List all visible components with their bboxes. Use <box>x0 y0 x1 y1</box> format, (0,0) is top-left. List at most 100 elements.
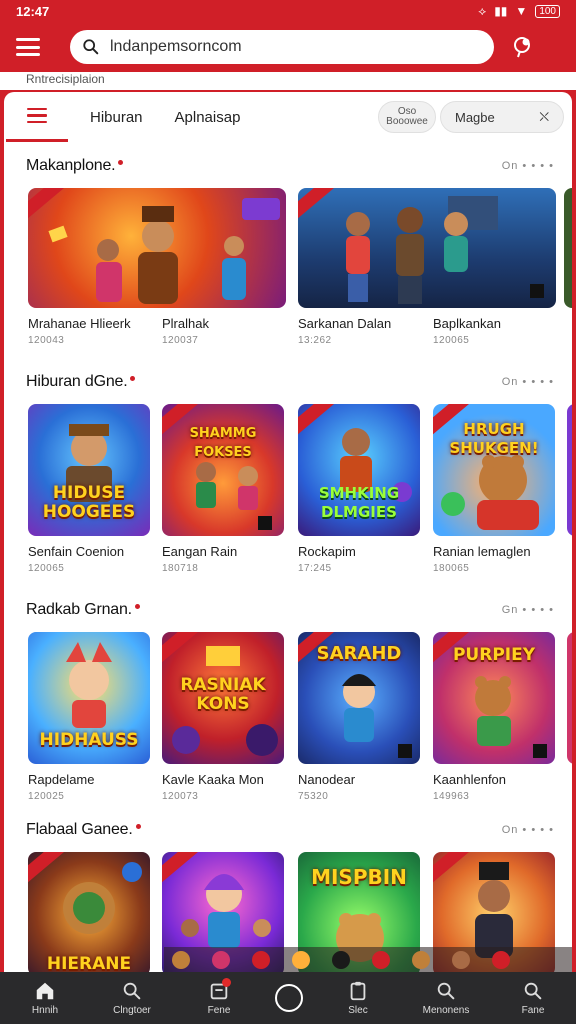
game-tile[interactable]: SHAMMG FOKSES <box>162 404 284 536</box>
filter-pill[interactable]: Oso Booowee <box>378 101 436 133</box>
nav-label: Fene <box>207 1005 231 1016</box>
menu-icon[interactable] <box>16 38 40 56</box>
section-dot <box>135 823 141 829</box>
nav-label: Slec <box>348 1005 368 1016</box>
user-action-icon[interactable] <box>510 34 536 60</box>
section-more-link[interactable]: On • • • • <box>502 376 554 388</box>
game-tile-partial[interactable] <box>567 632 572 764</box>
section-title: Radkab Grnan. <box>26 601 132 618</box>
game-tile[interactable]: HRUGH SHUKGEN! <box>433 404 555 536</box>
game-tile[interactable]: PURPIEY <box>433 632 555 764</box>
game-name: Baplkankan <box>433 316 501 331</box>
game-headline: HIERANE <box>46 954 132 973</box>
status-icons: ⟡ ▮▮ ▼ 100 <box>478 4 560 19</box>
clipboard-icon <box>350 981 366 1001</box>
cellular-icon: ▮▮ <box>494 4 508 18</box>
section-title: Hiburan dGne. <box>26 373 128 390</box>
game-tile[interactable]: RASNIAK KONS <box>162 632 284 764</box>
game-tile[interactable]: HIDUSE HOOGEES <box>28 404 150 536</box>
nav-search[interactable]: Clngtoer <box>90 980 174 1016</box>
game-headline: SHAMMG FOKSES <box>189 426 257 460</box>
game-tile[interactable]: SARAHD <box>298 632 420 764</box>
nav-label: Hnnih <box>31 1005 59 1016</box>
section-more-link[interactable]: Gn • • • • <box>502 604 554 616</box>
game-count: 75320 <box>298 791 329 802</box>
game-name: Kaanhlenfon <box>433 772 507 787</box>
game-count: 120037 <box>162 335 199 346</box>
game-count: 13:262 <box>298 335 332 346</box>
section-dot <box>134 603 140 609</box>
search-icon <box>123 982 141 1000</box>
tab-bar: Hiburan Aplnaisap Oso Booowee Magbe ⛌ <box>4 92 572 142</box>
game-count: 17:245 <box>298 563 332 574</box>
subheader-text: Rntrecisiplaion <box>0 72 576 90</box>
nav-fane[interactable]: Fane <box>490 980 576 1016</box>
game-headline: SMHKING DLMGIES <box>318 484 400 521</box>
section-title: Makanplone. <box>26 157 116 174</box>
game-headline: PURPIEY <box>452 645 536 665</box>
status-bar: 12:47 ⟡ ▮▮ ▼ 100 <box>0 0 576 22</box>
game-headline: RASNIAK KONS <box>180 675 266 714</box>
game-tile[interactable]: HIERANE <box>28 852 150 972</box>
nav-home-button[interactable] <box>264 984 314 1012</box>
section-more-link[interactable]: On • • • • <box>502 824 554 836</box>
status-time: 12:47 <box>16 3 50 19</box>
game-headline: MISPBIN <box>311 865 407 889</box>
game-count: 149963 <box>433 791 470 802</box>
content-panel: Hiburan Aplnaisap Oso Booowee Magbe ⛌ Ma… <box>4 92 572 972</box>
mini-player-strip[interactable] <box>164 947 572 972</box>
game-name: Ranian lemaglen <box>433 544 531 559</box>
search-bar[interactable] <box>70 30 494 64</box>
nav-label: Clngtoer <box>113 1005 151 1016</box>
section-title: Flabaal Ganee. <box>26 821 133 838</box>
circle-icon <box>275 984 303 1012</box>
game-tile[interactable] <box>28 188 286 308</box>
game-headline: HIDHAUSS <box>39 730 139 750</box>
search-input[interactable] <box>110 38 470 56</box>
game-count: 120065 <box>433 335 470 346</box>
game-name: Rockapim <box>298 544 356 559</box>
game-count: 120073 <box>162 791 199 802</box>
game-count: 120065 <box>28 563 65 574</box>
section-dot <box>130 375 136 381</box>
nav-inbox[interactable]: Fene <box>174 978 264 1016</box>
game-name: Mrahanae Hlieerk <box>28 316 131 331</box>
game-tile-partial[interactable] <box>567 404 572 536</box>
game-headline: SARAHD <box>316 643 402 664</box>
game-tile[interactable] <box>298 188 556 308</box>
game-count: 180718 <box>162 563 199 574</box>
search-icon <box>524 982 542 1000</box>
tab-menu-icon[interactable] <box>6 92 68 142</box>
game-tile-partial[interactable] <box>564 188 572 308</box>
game-tile[interactable]: HIDHAUSS <box>28 632 150 764</box>
nav-menonens[interactable]: Menonens <box>402 980 490 1016</box>
bottom-navigation: Hnnih Clngtoer Fene Slec Menonens Fane <box>0 972 576 1024</box>
nav-home[interactable]: Hnnih <box>0 980 90 1016</box>
game-name: Plralhak <box>162 316 209 331</box>
search-icon <box>437 982 455 1000</box>
toggle-label: Magbe <box>455 109 495 125</box>
game-count: 180065 <box>433 563 470 574</box>
tab-aplnaisap[interactable]: Aplnaisap <box>159 109 257 126</box>
game-name: Kavle Kaaka Mon <box>162 772 264 787</box>
nav-label: Menonens <box>422 1005 470 1016</box>
search-icon <box>83 39 99 55</box>
section-more-link[interactable]: On • • • • <box>502 160 554 172</box>
section-dot <box>118 159 124 165</box>
game-tile[interactable]: SMHKING DLMGIES <box>298 404 420 536</box>
signal-icon: ⟡ <box>478 3 487 18</box>
toggle-off-icon[interactable]: ⛌ <box>539 109 549 125</box>
game-count: 120025 <box>28 791 65 802</box>
battery-icon: 100 <box>535 4 560 18</box>
wifi-icon: ▼ <box>515 4 528 18</box>
home-icon <box>36 982 54 1000</box>
nav-label: Fane <box>521 1005 545 1016</box>
toggle-pill[interactable]: Magbe ⛌ <box>440 101 564 133</box>
game-name: Nanodear <box>298 772 356 787</box>
game-name: Rapdelame <box>28 772 95 787</box>
tab-hiburan[interactable]: Hiburan <box>74 109 159 126</box>
game-count: 120043 <box>28 335 65 346</box>
notification-badge <box>222 978 231 987</box>
nav-clipboard[interactable]: Slec <box>314 980 402 1016</box>
game-headline: HIDUSE HOOGEES <box>42 483 136 522</box>
